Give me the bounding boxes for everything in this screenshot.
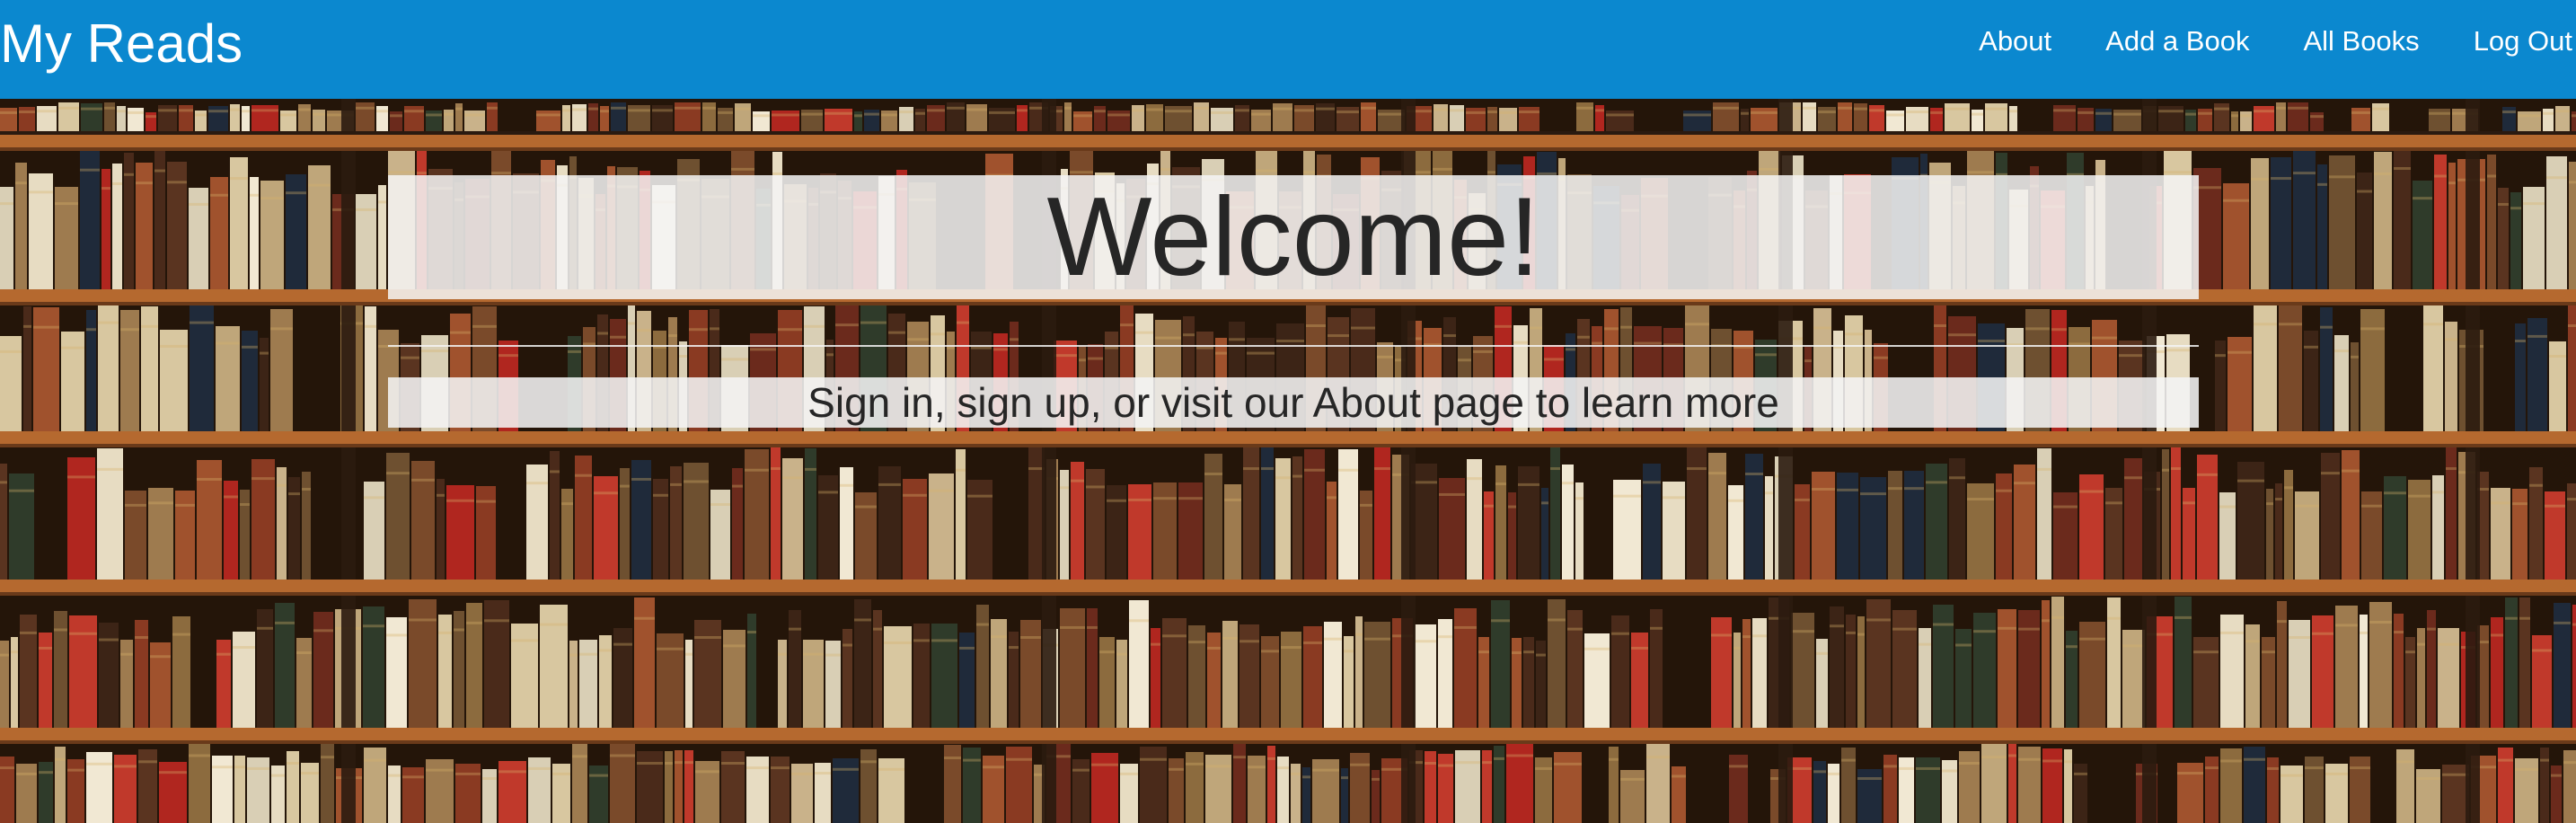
hero-section: Welcome! Sign in, sign up, or visit our … [0, 99, 2576, 823]
welcome-banner: Welcome! [388, 175, 2199, 299]
divider-line [388, 345, 2199, 347]
top-navbar: My Reads About Add a Book All Books Log … [0, 0, 2576, 99]
nav-link-all-books[interactable]: All Books [2303, 25, 2419, 58]
nav-link-log-out[interactable]: Log Out [2474, 25, 2572, 58]
nav-link-about[interactable]: About [1979, 25, 2051, 58]
subtitle-banner: Sign in, sign up, or visit our About pag… [388, 377, 2199, 428]
brand-logo-link[interactable]: My Reads [0, 11, 243, 77]
welcome-title: Welcome! [1046, 175, 1540, 299]
nav-link-add-book[interactable]: Add a Book [2105, 25, 2249, 58]
nav-links: About Add a Book All Books Log Out [1925, 0, 2572, 83]
welcome-subtitle: Sign in, sign up, or visit our About pag… [807, 379, 1779, 426]
